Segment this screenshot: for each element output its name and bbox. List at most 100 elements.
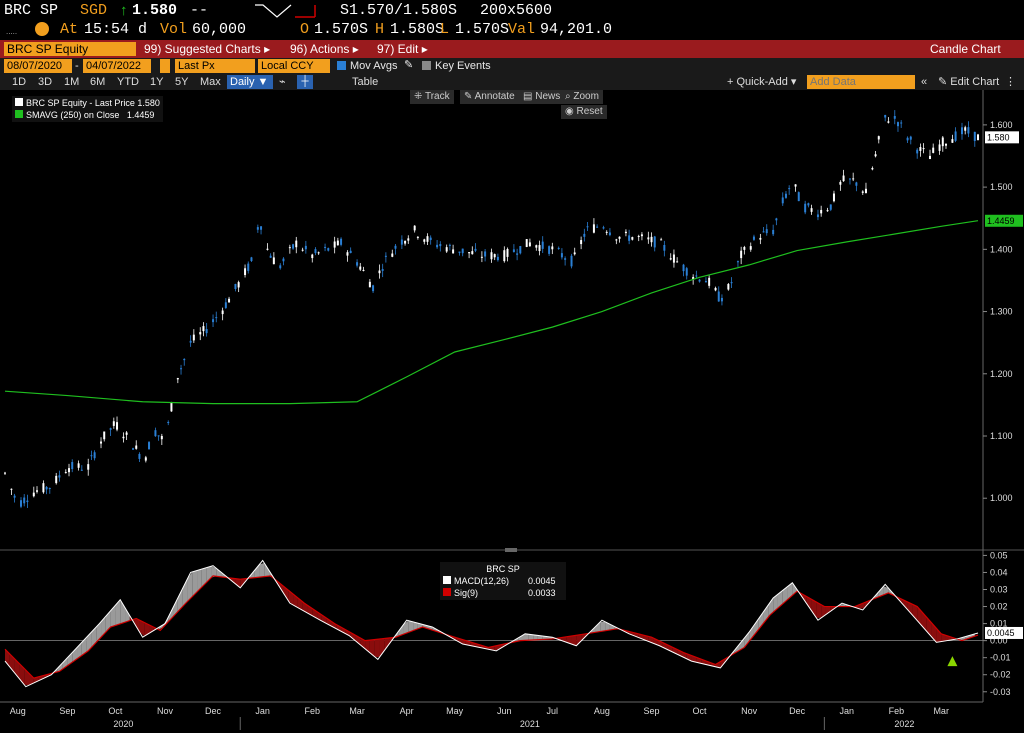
last-price: 1.580 <box>132 2 178 19</box>
candle-body <box>743 247 746 250</box>
price-field-select[interactable]: Last Px <box>175 59 255 73</box>
candle-body <box>829 204 832 210</box>
macd-histogram-fill <box>216 568 222 577</box>
period-max[interactable]: Max <box>200 74 221 90</box>
quick-add-button[interactable]: + Quick-Add ▾ <box>727 74 796 90</box>
candle-body <box>288 247 291 249</box>
candle-body <box>167 422 170 424</box>
candle-body <box>324 246 327 248</box>
candle-body <box>717 291 720 302</box>
period-1m[interactable]: 1M <box>64 74 79 90</box>
candle-body <box>695 275 698 277</box>
more-icon[interactable]: ⋮ <box>1005 74 1016 90</box>
period-1d[interactable]: 1D <box>12 74 26 90</box>
edit-chart-button[interactable]: ✎ Edit Chart <box>938 74 999 90</box>
macd-histogram-fill <box>115 599 121 626</box>
candle-body <box>909 136 912 140</box>
chart-canvas[interactable]: 1.000 1.100 1.200 1.300 1.400 1.500 1.600 0.05 0… <box>0 90 1024 733</box>
candle-body <box>20 500 23 507</box>
line-chart-icon[interactable]: ⌁ <box>279 74 286 90</box>
mov-avgs-label[interactable]: Mov Avgs <box>350 59 398 73</box>
suggested-charts-button[interactable]: 99) Suggested Charts ▸ <box>144 41 270 57</box>
candle-body <box>109 428 112 430</box>
candle-body <box>189 340 192 343</box>
candle-body <box>404 240 407 244</box>
buy-signal-icon <box>947 656 958 667</box>
calendar-icon[interactable] <box>160 59 170 73</box>
candle-body <box>333 241 336 248</box>
macd-histogram-fill <box>600 621 606 632</box>
candle-body <box>359 266 362 270</box>
candle-body <box>135 445 138 449</box>
candle-body <box>573 252 576 255</box>
candle-body <box>752 236 755 240</box>
sma-badge-text: 1.4459 <box>987 216 1015 226</box>
dots-icon: ..... <box>6 27 18 36</box>
currency-select[interactable]: Local CCY <box>258 59 330 73</box>
candle-body <box>221 310 224 315</box>
candle-body <box>381 269 384 271</box>
up-arrow-icon: ↑ <box>120 2 128 19</box>
security-field[interactable]: BRC SP Equity <box>4 42 136 56</box>
candle-body <box>391 253 394 257</box>
candle-body <box>874 154 877 157</box>
candle-body <box>250 257 253 262</box>
candle-body <box>900 122 903 124</box>
month-tick-label: Jul <box>547 706 559 716</box>
period-3d[interactable]: 3D <box>38 74 52 90</box>
price-tick-label: 1.200 <box>990 369 1013 379</box>
candle-body <box>941 137 944 147</box>
candle-body <box>794 184 797 187</box>
key-events-label[interactable]: Key Events <box>435 59 491 73</box>
start-date-input[interactable]: 08/07/2020 <box>4 59 72 73</box>
candle-body <box>202 326 205 332</box>
period-ytd[interactable]: YTD <box>117 74 139 90</box>
candle-body <box>480 256 483 258</box>
actions-button[interactable]: 96) Actions ▸ <box>290 41 359 57</box>
candle-body <box>503 250 506 262</box>
candle-body <box>394 245 397 249</box>
candle-body <box>784 193 787 198</box>
period-6m[interactable]: 6M <box>90 74 105 90</box>
edit-button[interactable]: 97) Edit ▸ <box>377 41 428 57</box>
table-button[interactable]: Table <box>352 74 378 90</box>
mov-avgs-checkbox[interactable] <box>337 61 346 70</box>
macd-last-badge-text: 0.0045 <box>987 628 1015 638</box>
open-label: O <box>300 21 310 38</box>
candle-body <box>560 253 563 258</box>
add-data-input[interactable] <box>807 75 915 89</box>
value-traded: 94,201.0 <box>540 21 613 38</box>
month-tick-label: Feb <box>889 706 905 716</box>
month-tick-label: Dec <box>789 706 806 716</box>
candle-body <box>266 248 269 250</box>
candle-body <box>237 282 240 288</box>
candle-body <box>855 182 858 186</box>
period-5y[interactable]: 5Y <box>175 74 188 90</box>
candle-body <box>932 147 935 153</box>
month-tick-label: Aug <box>594 706 610 716</box>
candle-body <box>496 256 499 261</box>
macd-tick-label: -0.01 <box>990 653 1011 663</box>
period-1y[interactable]: 1Y <box>150 74 163 90</box>
candle-body <box>816 214 819 218</box>
candle-body <box>944 144 947 146</box>
candle-body <box>928 155 931 160</box>
end-date-input[interactable]: 04/07/2022 <box>83 59 151 73</box>
ticker[interactable]: BRC SP <box>4 2 58 19</box>
frequency-select[interactable]: Daily ▼ <box>227 75 273 89</box>
candle-body <box>525 239 528 247</box>
collapse-icon[interactable]: « <box>921 74 927 90</box>
price-tick-label: 1.000 <box>990 493 1013 503</box>
candle-body <box>906 137 909 141</box>
candle-body <box>938 144 941 151</box>
candle-body <box>400 239 403 245</box>
candle-chart-icon[interactable]: ┼ <box>297 75 313 89</box>
candle-body <box>100 441 103 444</box>
month-tick-label: Oct <box>108 706 123 716</box>
candle-body <box>570 255 573 267</box>
pencil-icon[interactable]: ✎ <box>404 58 413 72</box>
candle-body <box>4 472 6 474</box>
month-tick-label: May <box>446 706 464 716</box>
key-events-checkbox[interactable] <box>422 61 431 70</box>
candle-body <box>916 149 919 154</box>
